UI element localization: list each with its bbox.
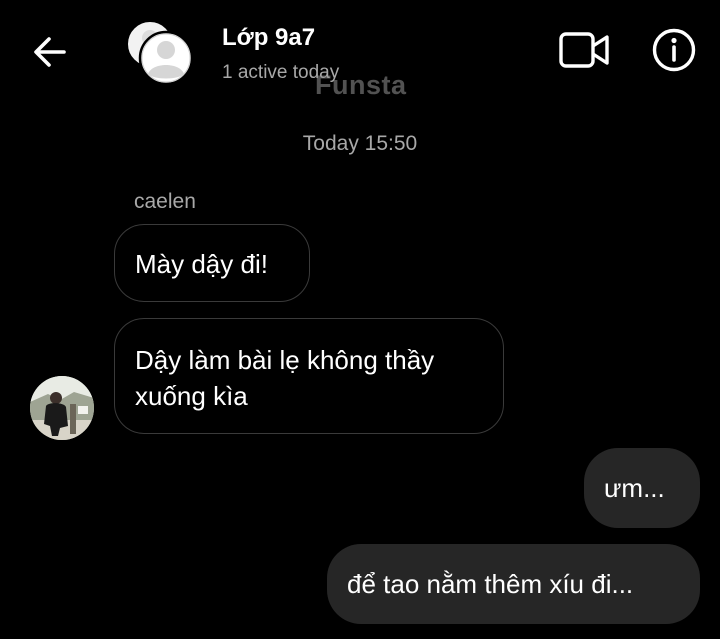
message-text: ưm... — [604, 473, 665, 503]
profile-photo — [30, 376, 94, 440]
message-bubble-outgoing[interactable]: ưm... — [584, 448, 700, 528]
chat-title[interactable]: Lớp 9a7 — [222, 24, 315, 52]
message-timestamp: Today 15:50 — [302, 132, 418, 155]
video-call-button[interactable] — [556, 28, 612, 72]
sender-avatar[interactable] — [30, 376, 94, 440]
message-bubble-incoming[interactable]: Dậy làm bài lẹ không thầy xuống kìa — [114, 318, 504, 434]
arrow-left-icon — [34, 37, 66, 67]
message-text-line: xuống kìa — [135, 381, 248, 411]
message-text-line: Dậy làm bài lẹ không thầy — [135, 345, 435, 375]
message-bubble-incoming[interactable]: Mày dậy đi! — [114, 224, 310, 302]
message-text: để tao nằm thêm xíu đi... — [347, 569, 634, 599]
sender-name: caelen — [134, 190, 196, 213]
message-text: Mày dậy đi! — [135, 249, 268, 279]
group-avatar[interactable] — [124, 18, 196, 90]
watermark: Funsta — [315, 70, 407, 100]
chat-header: Lớp 9a7 1 active today Funsta — [0, 0, 720, 110]
video-camera-icon — [559, 32, 609, 68]
user-placeholder-icon — [126, 20, 194, 86]
conversation-info-button[interactable] — [650, 26, 698, 74]
info-icon — [652, 28, 696, 72]
message-bubble-outgoing[interactable]: để tao nằm thêm xíu đi... — [327, 544, 700, 624]
back-button[interactable] — [28, 30, 72, 74]
